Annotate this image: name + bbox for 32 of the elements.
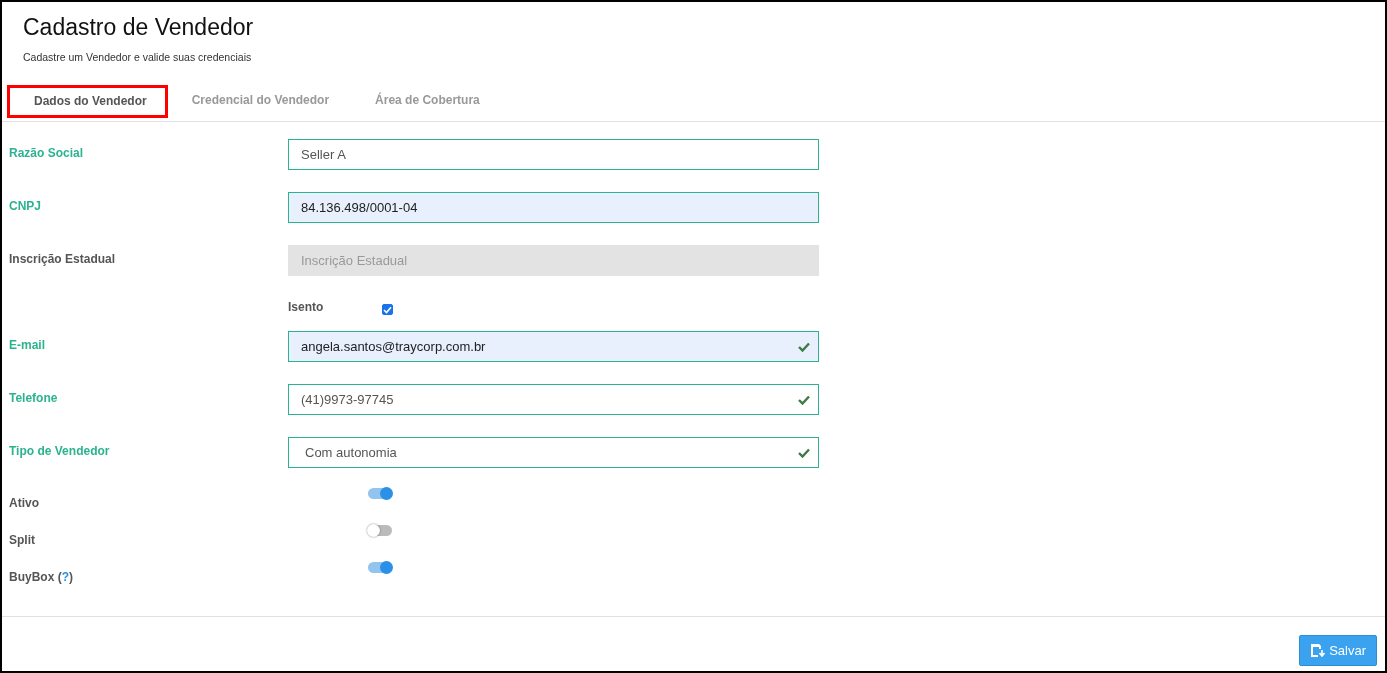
field-label: Inscrição Estadual <box>9 251 117 266</box>
input-field[interactable]: Seller A <box>288 139 819 170</box>
input-placeholder: Inscrição Estadual <box>301 253 408 268</box>
page-subtitle: Cadastre um Vendedor e valide suas credenciais <box>23 51 253 63</box>
save-icon <box>1311 644 1326 657</box>
input-field[interactable]: angela.santos@traycorp.com.br <box>288 331 819 362</box>
input-field[interactable]: (41)9973-97745 <box>288 384 819 415</box>
page-title: Cadastro de Vendedor <box>23 14 255 41</box>
select-value: Com autonomia <box>305 445 397 460</box>
checkbox-label: Isento <box>288 299 325 314</box>
input-value: 84.136.498/0001-04 <box>301 200 418 215</box>
input-value: Seller A <box>301 147 346 162</box>
select-field[interactable]: Com autonomia <box>288 437 819 468</box>
field-label: Split <box>9 532 36 547</box>
input-value: angela.santos@traycorp.com.br <box>301 339 486 354</box>
toggle-switch[interactable] <box>368 488 392 499</box>
field-label: Tipo de Vendedor <box>9 443 111 458</box>
input-field[interactable]: 84.136.498/0001-04 <box>288 192 819 223</box>
field-label: Razão Social <box>9 145 85 160</box>
field-label: E-mail <box>9 337 46 352</box>
field-label: Ativo <box>9 495 40 510</box>
check-icon <box>798 341 810 352</box>
input-value: (41)9973-97745 <box>301 392 394 407</box>
tab[interactable]: Dados do Vendedor <box>7 85 168 118</box>
checkbox[interactable] <box>382 304 393 315</box>
field-label: CNPJ <box>9 198 42 213</box>
field-label: Telefone <box>9 390 59 405</box>
check-icon <box>798 447 810 458</box>
toggle-switch[interactable] <box>368 562 392 573</box>
check-icon <box>798 394 810 405</box>
field-label: BuyBox (?) <box>9 569 74 584</box>
toggle-switch[interactable] <box>368 525 392 536</box>
